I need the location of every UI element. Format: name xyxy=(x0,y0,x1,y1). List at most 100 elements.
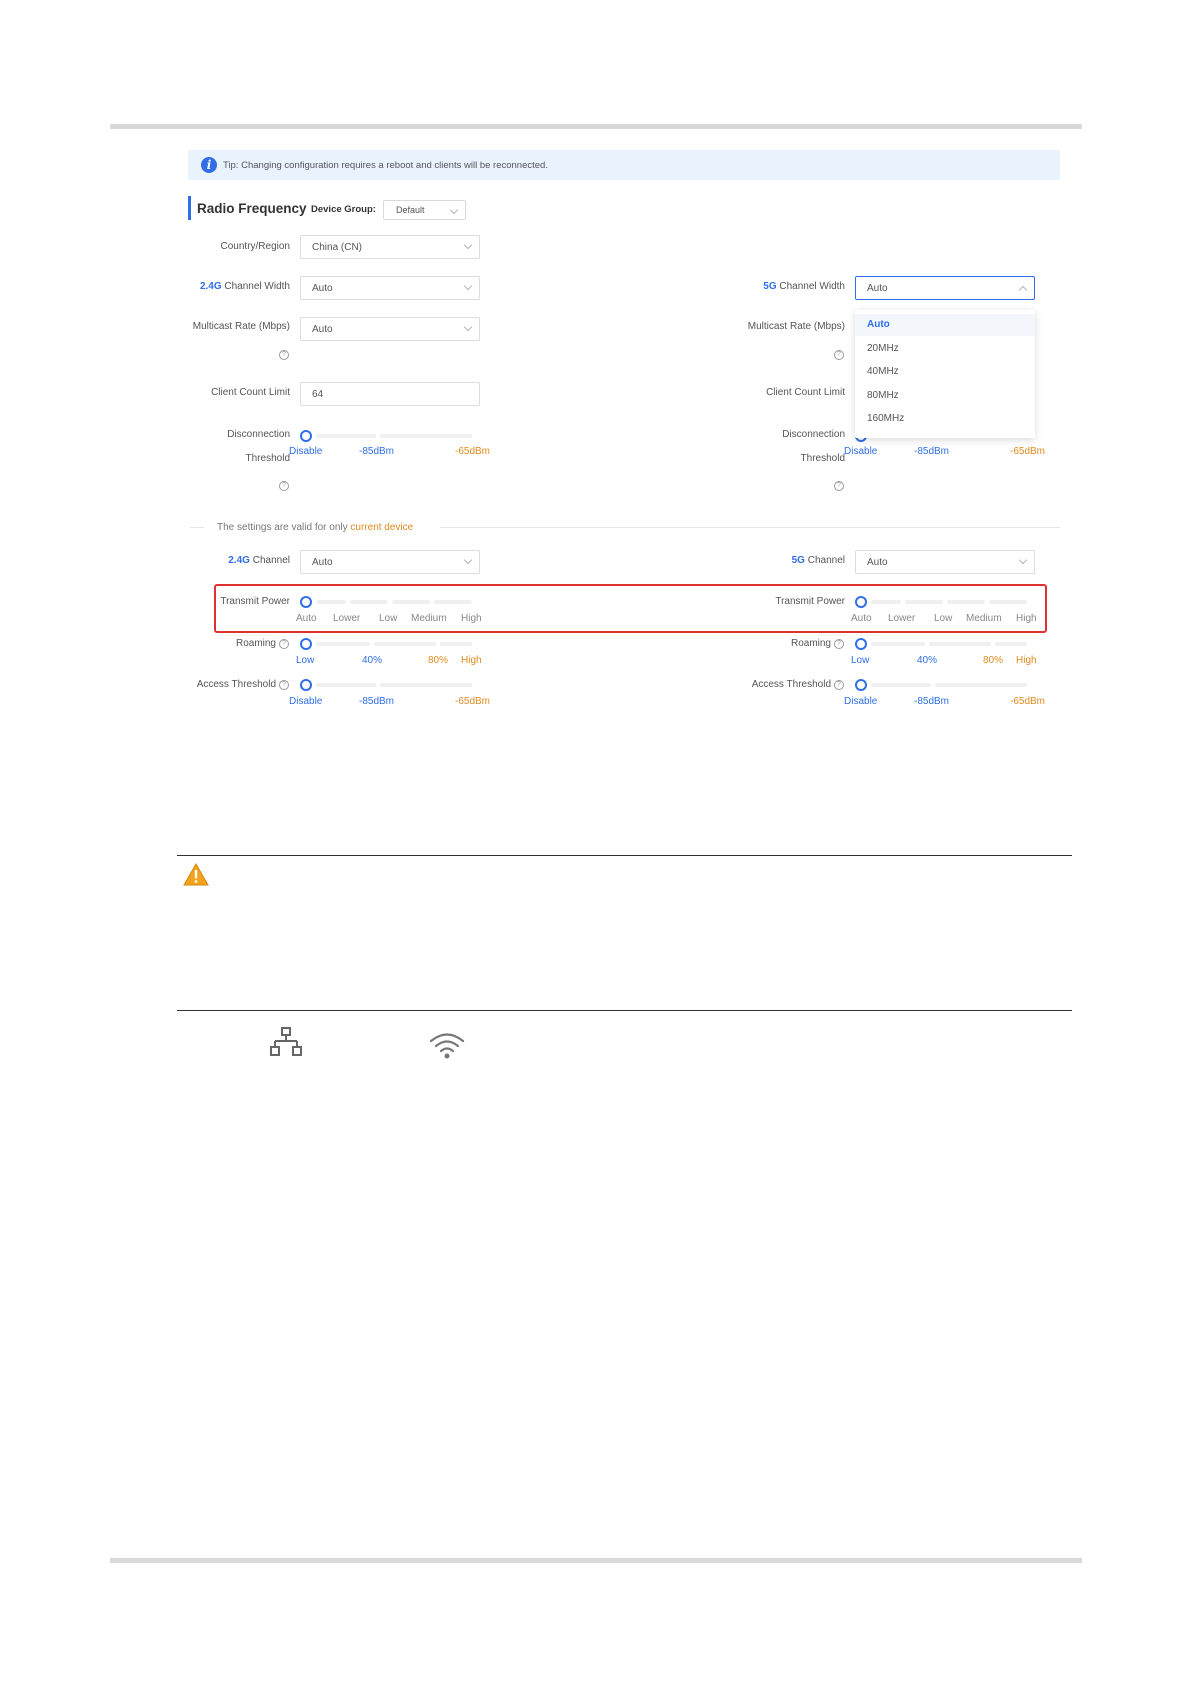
slider-track xyxy=(380,683,472,687)
network-topology-icon xyxy=(270,1027,302,1056)
help-icon[interactable]: ? xyxy=(279,639,289,649)
slider-mark: Auto xyxy=(296,613,317,624)
right-channel-width-value: Auto xyxy=(867,283,888,294)
right-multicast-label: Multicast Rate (Mbps) xyxy=(747,321,845,332)
divider-text: The settings are valid for only current … xyxy=(217,522,414,533)
slider-track xyxy=(374,642,436,646)
slider-mark: -85dBm xyxy=(359,696,395,707)
slider-track xyxy=(929,642,991,646)
slider-mark: 40% xyxy=(362,655,383,666)
left-disconnect-label: Disconnection xyxy=(227,429,290,440)
right-transmit-label: Transmit Power xyxy=(775,596,845,607)
left-multicast-value: Auto xyxy=(312,324,333,335)
left-multicast-label: Multicast Rate (Mbps) xyxy=(192,321,290,332)
left-transmit-slider-handle[interactable] xyxy=(300,596,312,608)
left-channel-width-select[interactable]: Auto xyxy=(300,276,480,300)
chevron-up-icon xyxy=(1018,285,1028,295)
left-access-threshold-label: Access Threshold xyxy=(196,679,276,690)
device-group-value: Default xyxy=(396,205,425,215)
slider-mark: High xyxy=(1016,655,1037,666)
left-client-limit-value: 64 xyxy=(312,389,324,400)
slider-mark: -65dBm xyxy=(455,696,491,707)
slider-mark: Disable xyxy=(844,696,878,707)
right-channel-width-select[interactable]: Auto xyxy=(855,276,1035,300)
left-multicast-select[interactable]: Auto xyxy=(300,317,480,341)
transmit-power-highlight-box xyxy=(214,584,1047,633)
slider-track xyxy=(871,683,931,687)
left-channel-width-label: 2.4G Channel Width xyxy=(199,281,290,292)
chevron-down-icon xyxy=(449,205,459,215)
slider-mark: Low xyxy=(296,655,315,666)
help-icon[interactable]: ? xyxy=(279,481,289,491)
left-disconnect-label-2: Threshold xyxy=(245,453,290,464)
left-access-slider-handle[interactable] xyxy=(300,679,312,691)
slider-mark: -85dBm xyxy=(914,696,950,707)
divider-line xyxy=(440,527,1060,528)
slider-track xyxy=(316,600,346,604)
slider-mark: Disable xyxy=(289,696,323,707)
slider-mark: Low xyxy=(934,613,953,624)
slider-mark: -85dBm xyxy=(359,446,395,457)
slider-mark: -85dBm xyxy=(914,446,950,457)
dropdown-option-auto[interactable]: Auto xyxy=(867,319,890,330)
chevron-down-icon xyxy=(463,240,473,250)
slider-track xyxy=(392,600,430,604)
help-icon[interactable]: ? xyxy=(834,680,844,690)
help-icon[interactable]: ? xyxy=(834,481,844,491)
slider-mark: Medium xyxy=(411,613,447,624)
slider-mark: -65dBm xyxy=(455,446,491,457)
info-icon: i xyxy=(201,157,217,173)
dropdown-option-20mhz[interactable]: 20MHz xyxy=(867,343,899,354)
slider-track xyxy=(440,642,472,646)
slider-track xyxy=(316,683,376,687)
left-channel-select[interactable]: Auto xyxy=(300,550,480,574)
dropdown-option-40mhz[interactable]: 40MHz xyxy=(867,366,899,377)
slider-mark: Lower xyxy=(333,613,361,624)
right-disconnect-label-2: Threshold xyxy=(800,453,845,464)
help-icon[interactable]: ? xyxy=(834,350,844,360)
device-group-label: Device Group: xyxy=(311,204,376,215)
right-client-limit-label: Client Count Limit xyxy=(766,387,845,398)
slider-track xyxy=(995,642,1027,646)
tip-banner: i Tip: Changing configuration requires a… xyxy=(188,150,1060,180)
dropdown-option-80mhz[interactable]: 80MHz xyxy=(867,390,899,401)
slider-mark: -65dBm xyxy=(1010,696,1046,707)
chevron-down-icon xyxy=(1018,555,1028,565)
dropdown-option-160mhz[interactable]: 160MHz xyxy=(867,413,904,424)
right-channel-width-label: 5G Channel Width xyxy=(763,281,845,292)
note-bottom-rule xyxy=(177,1010,1072,1011)
device-group-select[interactable]: Default xyxy=(383,200,466,220)
channel-width-dropdown: Auto 20MHz 40MHz 80MHz 160MHz xyxy=(855,310,1035,438)
left-client-limit-label: Client Count Limit xyxy=(211,387,290,398)
warning-icon xyxy=(183,863,209,886)
slider-mark: 40% xyxy=(917,655,938,666)
section-title: Radio Frequency xyxy=(197,201,307,216)
left-roaming-label: Roaming xyxy=(235,638,276,649)
right-roaming-slider-handle[interactable] xyxy=(855,638,867,650)
right-channel-value: Auto xyxy=(867,557,888,568)
left-disconnect-slider-handle[interactable] xyxy=(300,430,312,442)
right-channel-select[interactable]: Auto xyxy=(855,550,1035,574)
left-roaming-slider-handle[interactable] xyxy=(300,638,312,650)
country-select[interactable]: China (CN) xyxy=(300,235,480,259)
slider-mark: 80% xyxy=(428,655,449,666)
left-channel-width-value: Auto xyxy=(312,283,333,294)
help-icon[interactable]: ? xyxy=(279,350,289,360)
chevron-down-icon xyxy=(463,322,473,332)
page-top-rule xyxy=(110,124,1082,129)
slider-track xyxy=(989,600,1027,604)
right-access-slider-handle[interactable] xyxy=(855,679,867,691)
slider-track xyxy=(380,434,472,438)
help-icon[interactable]: ? xyxy=(834,639,844,649)
right-channel-label: 5G Channel xyxy=(791,555,845,566)
country-label: Country/Region xyxy=(220,241,290,252)
slider-mark: Low xyxy=(379,613,398,624)
help-icon[interactable]: ? xyxy=(279,680,289,690)
tip-text: Tip: Changing configuration requires a r… xyxy=(223,159,548,171)
slider-mark: Low xyxy=(851,655,870,666)
right-transmit-slider-handle[interactable] xyxy=(855,596,867,608)
slider-mark: Medium xyxy=(966,613,1002,624)
note-top-rule xyxy=(177,855,1072,856)
slider-mark: High xyxy=(1016,613,1037,624)
left-client-limit-input[interactable]: 64 xyxy=(300,382,480,406)
